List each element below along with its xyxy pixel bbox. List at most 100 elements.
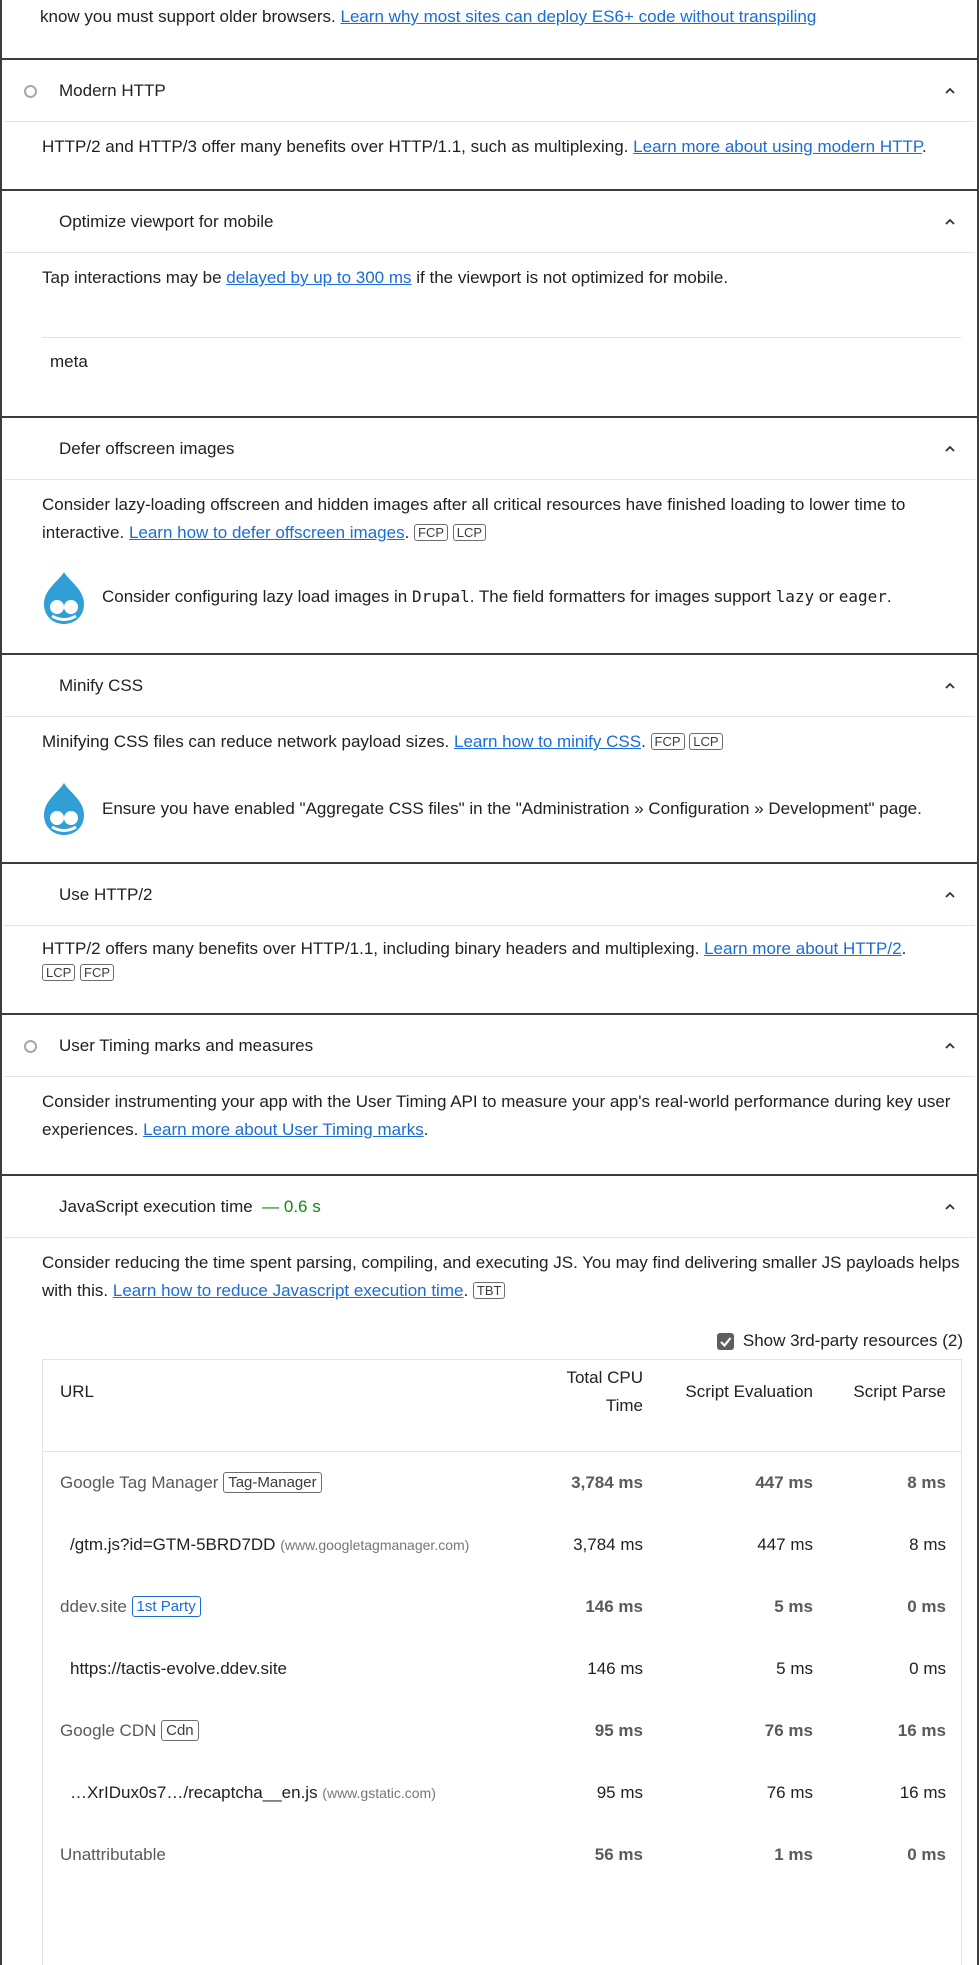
cpu-cell: 146 ms [585,1597,643,1616]
parse-cell: 16 ms [897,1721,946,1740]
audit-viewport: Optimize viewport for mobile Tap interac… [4,191,975,417]
audit-user-timing: User Timing marks and measures Consider … [4,1015,975,1175]
drupal-icon [44,783,84,835]
eval-cell: 5 ms [774,1597,813,1616]
audit-header[interactable]: Defer offscreen images [4,418,975,480]
chevron-up-icon[interactable] [945,890,955,900]
col-url-header: URL [60,1382,95,1401]
stack-pack-hint: Ensure you have enabled "Aggregate CSS f… [102,799,922,818]
audit-title: Modern HTTP [59,81,166,100]
learn-more-link[interactable]: Learn how to reduce Javascript execution… [113,1281,464,1300]
learn-more-link[interactable]: Learn more about using modern HTTP [633,137,922,156]
table-group-row: Google CDN Cdn 95 ms 76 ms 16 ms [43,1700,961,1762]
parse-cell: 8 ms [907,1473,946,1492]
audit-header[interactable]: User Timing marks and measures [4,1015,975,1077]
url-cell: https://tactis-evolve.ddev.site [70,1658,287,1680]
cpu-cell: 95 ms [596,1783,643,1802]
chevron-up-icon[interactable] [945,86,955,96]
col-parse-header: Script Parse [853,1382,946,1401]
table-row: https://tactis-evolve.ddev.site 146 ms 5 m… [43,1638,961,1700]
col-eval-header: Script Evaluation [685,1382,813,1401]
entity-badge: Cdn [161,1720,199,1741]
url-cell: /gtm.js?id=GTM-5BRD7DD (www.googletagman… [70,1534,469,1556]
cpu-cell: 3,784 ms [571,1473,643,1492]
resource-url[interactable]: /gtm.js?id=GTM-5BRD7DD [70,1535,275,1554]
audit-description: Consider instrumenting your app with the… [42,1092,951,1139]
audit-header[interactable]: JavaScript execution time — 0.6 s [4,1176,975,1238]
resource-url[interactable]: https://tactis-evolve.ddev.site [70,1659,287,1678]
table-header: URL Total CPU Time Script Evaluation Scr… [43,1360,961,1452]
parse-cell: 0 ms [907,1845,946,1864]
node-divider [42,337,961,338]
learn-more-link[interactable]: Learn how to minify CSS [454,732,641,751]
resource-url[interactable]: …XrIDux0s7…/recaptcha__en.js [70,1783,318,1802]
eval-cell: 76 ms [764,1721,813,1740]
metric-chip: LCP [689,733,723,750]
chevron-up-icon[interactable] [945,217,955,227]
audit-header[interactable]: Use HTTP/2 [4,864,975,926]
js-execution-table: URL Total CPU Time Script Evaluation Scr… [42,1359,962,1965]
third-party-toggle[interactable]: Show 3rd-party resources (2) [716,1329,963,1353]
eval-cell: 447 ms [757,1535,813,1554]
audit-title: User Timing marks and measures [59,1036,314,1055]
cpu-cell: 3,784 ms [573,1535,643,1554]
entity-name: ddev.site [60,1597,127,1616]
checkbox[interactable] [716,1333,734,1350]
audit-http2: Use HTTP/2 HTTP/2 offers many benefits o… [4,864,975,1014]
audit-header[interactable]: Modern HTTP [4,60,975,122]
entity-name: Google CDN [60,1721,157,1740]
resource-host: (www.gstatic.com) [322,1785,436,1801]
informative-circle-icon [24,85,37,98]
audit-title: Minify CSS [59,676,144,695]
chevron-up-icon[interactable] [945,1041,955,1051]
chevron-up-icon[interactable] [945,1202,955,1212]
url-cell: ddev.site 1st Party [60,1596,201,1618]
url-cell: Google CDN Cdn [60,1720,199,1742]
table-row: /gtm.js?id=GTM-5BRD7DD (www.googletagman… [43,1514,961,1576]
audit-offscreen-images: Defer offscreen images Consider lazy-loa… [4,418,975,654]
table-group-row: Google Tag Manager Tag-Manager 3,784 ms 44… [43,1452,961,1514]
url-cell: …XrIDux0s7…/recaptcha__en.js (www.gstati… [70,1782,436,1804]
legacy-js-learn-link[interactable]: Learn why most sites can deploy ES6+ cod… [340,7,816,26]
eval-cell: 1 ms [774,1845,813,1864]
url-cell: Google Tag Manager Tag-Manager [60,1472,322,1494]
table-group-row: ddev.site 1st Party 146 ms 5 ms 0 ms [43,1576,961,1638]
audit-title: Optimize viewport for mobile [59,212,274,231]
audit-description: HTTP/2 and HTTP/3 offer many benefits ov… [42,137,927,156]
cpu-cell: 56 ms [594,1845,643,1864]
entity-name: Google Tag Manager [60,1473,219,1492]
audit-modern-http: Modern HTTP HTTP/2 and HTTP/3 offer many… [4,60,975,190]
drupal-icon [44,572,84,624]
parse-cell: 0 ms [909,1659,946,1678]
parse-cell: 8 ms [909,1535,946,1554]
audit-title: JavaScript execution time — 0.6 s [59,1197,321,1216]
col-cpu-header: Total CPU Time [566,1368,643,1415]
stack-pack-hint: Consider configuring lazy load images in… [102,587,892,606]
audit-description: Consider lazy-loading offscreen and hidd… [42,495,906,542]
audit-description: Tap interactions may be delayed by up to… [42,268,729,287]
entity-name: Unattributable [60,1845,166,1864]
audit-description: Consider reducing the time spent parsing… [42,1253,960,1300]
entity-badge: Tag-Manager [223,1472,322,1493]
node-snippet: meta [50,352,88,371]
legacy-js-description: know you must support older browsers. Le… [40,7,817,26]
metric-chip: LCP [42,964,76,981]
learn-more-link[interactable]: Learn how to defer offscreen images [129,523,405,542]
chevron-up-icon[interactable] [945,681,955,691]
metric-chip: TBT [472,1281,506,1299]
audit-header[interactable]: Minify CSS [4,655,975,717]
audit-description: HTTP/2 offers many benefits over HTTP/1.… [42,939,907,981]
resource-host: (www.googletagmanager.com) [280,1537,470,1553]
url-cell: Unattributable [60,1844,166,1866]
learn-more-link[interactable]: Learn more about HTTP/2 [704,939,901,958]
metric-chip: LCP [452,523,487,541]
audit-header[interactable]: Optimize viewport for mobile [4,191,975,253]
audit-minify-css: Minify CSS Minifying CSS files can reduc… [4,655,975,863]
parse-cell: 0 ms [907,1597,946,1616]
chevron-up-icon[interactable] [945,444,955,454]
informative-circle-icon [24,1040,37,1053]
audit-title: Use HTTP/2 [59,885,153,904]
delay-link[interactable]: delayed by up to 300 ms [226,268,411,287]
metric-chip: FCP [414,523,449,541]
learn-more-link[interactable]: Learn more about User Timing marks [143,1120,424,1139]
